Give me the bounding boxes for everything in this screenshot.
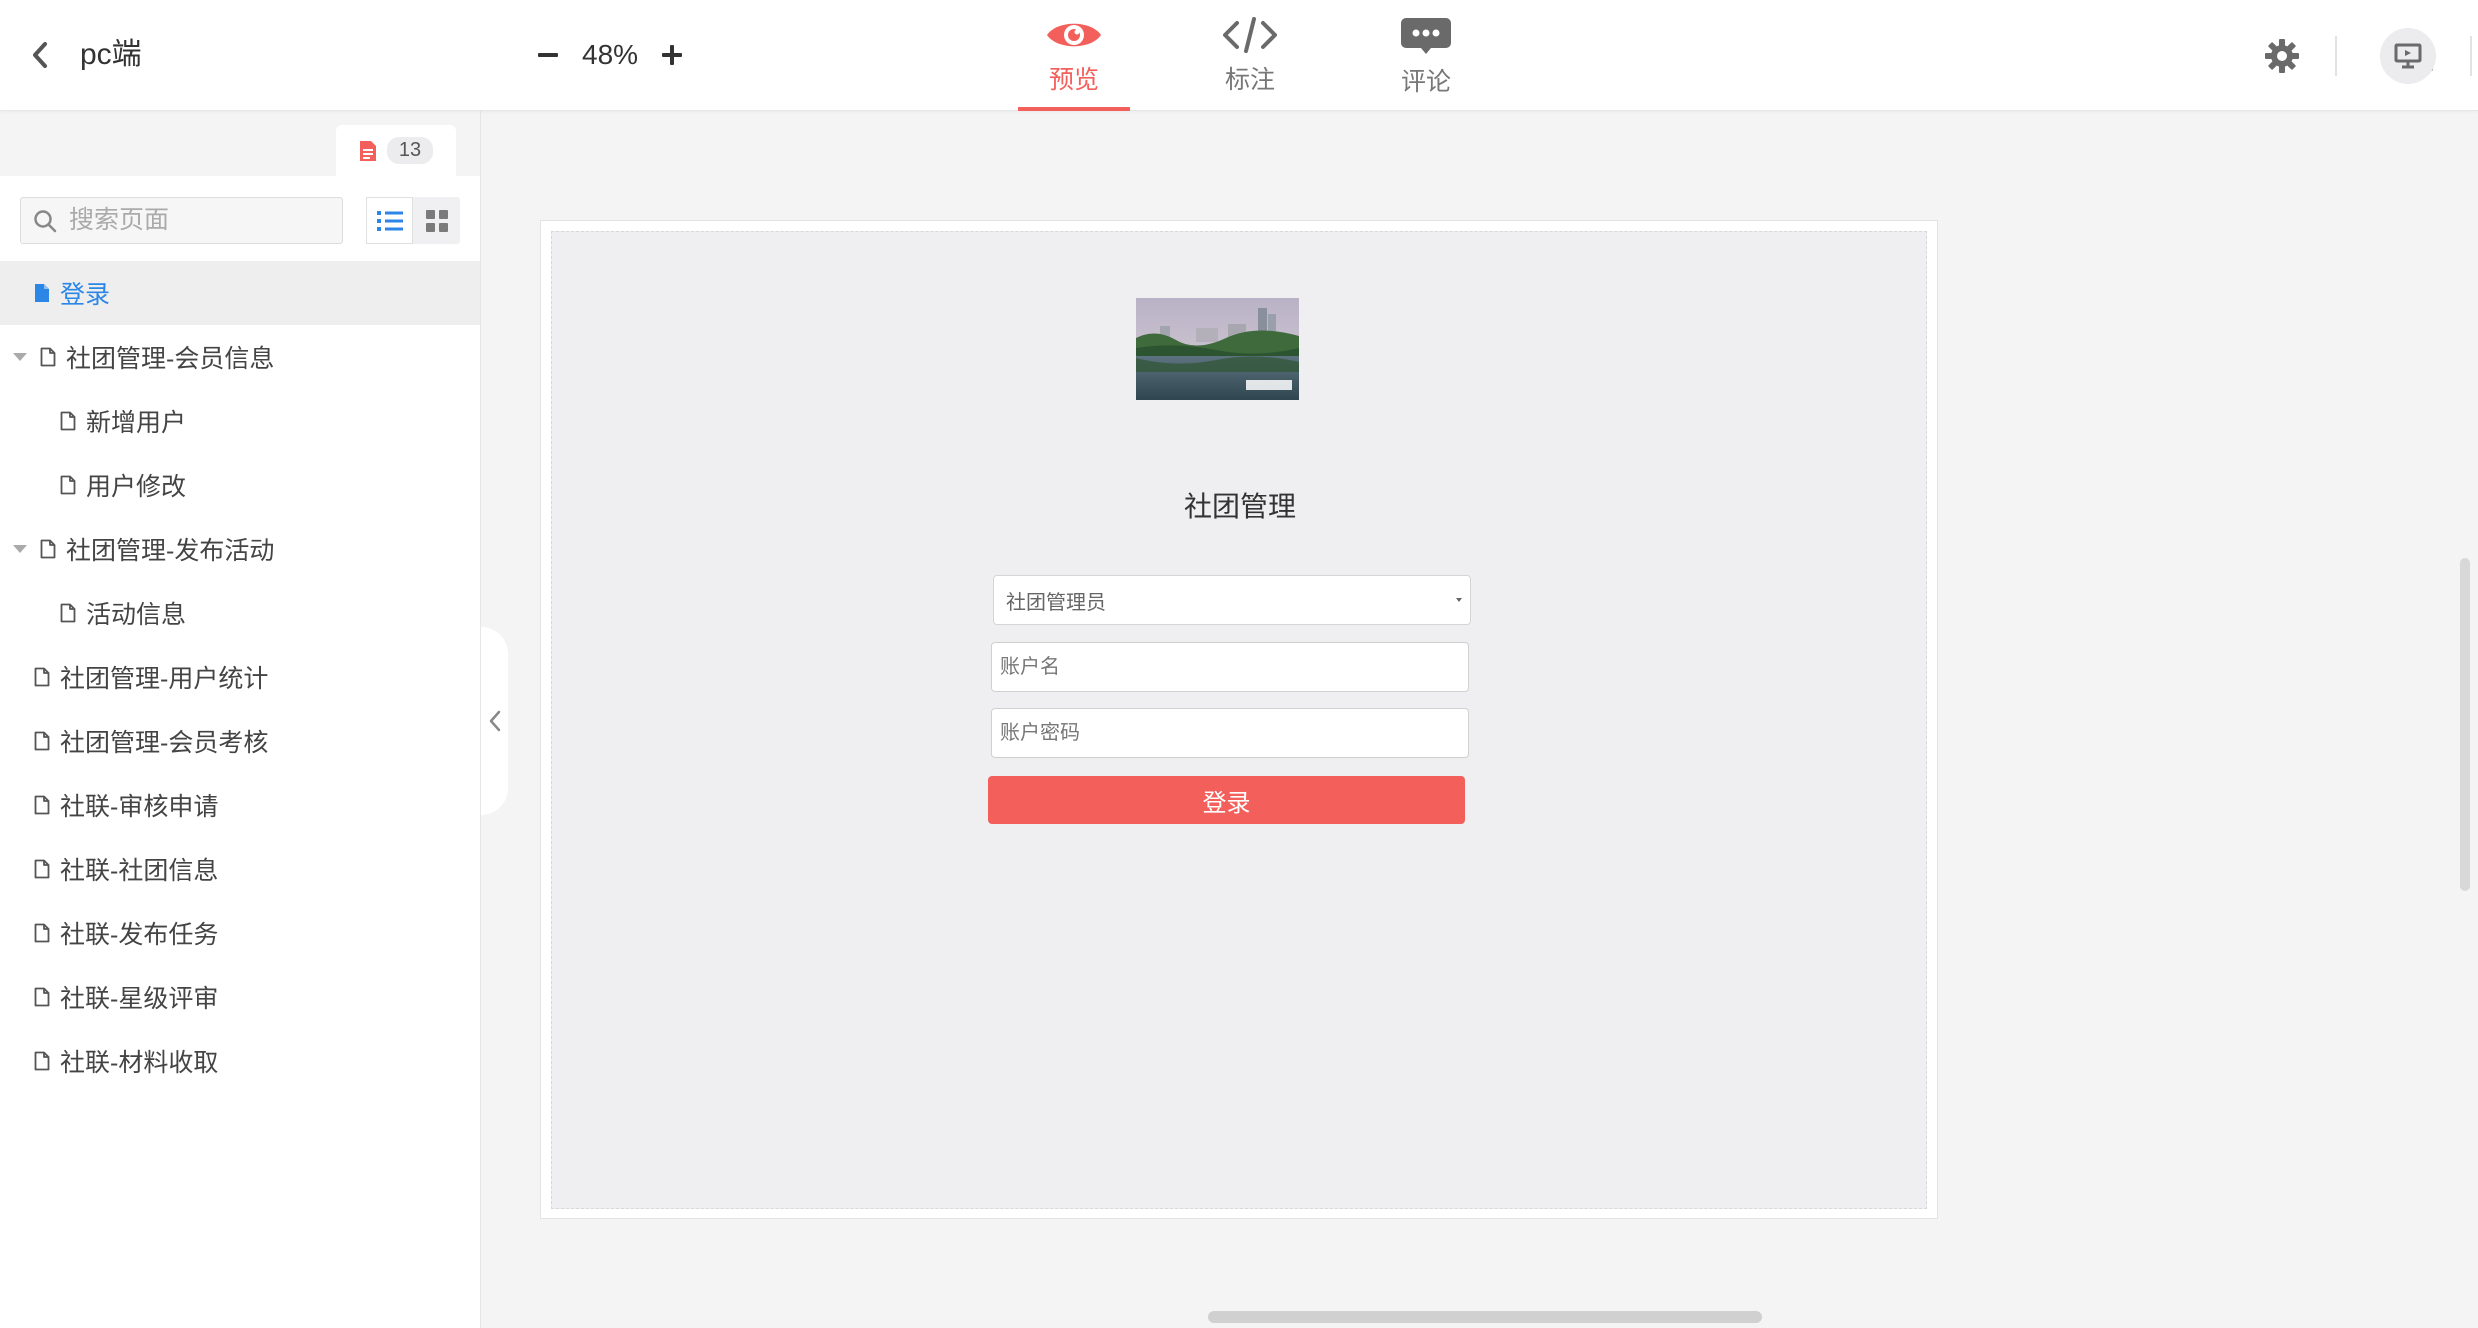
page-count-badge: 13 <box>386 137 434 164</box>
zoom-out-button[interactable] <box>530 33 566 77</box>
page-item-label: 社联-材料收取 <box>60 1049 219 1077</box>
page-item[interactable]: 用户修改 <box>0 453 480 517</box>
page-item-label: 社联-社团信息 <box>60 857 219 885</box>
page-file-icon <box>34 859 50 879</box>
page-file-icon <box>40 539 56 559</box>
page-file-icon <box>34 1051 50 1071</box>
tab-annotate-label: 标注 <box>1224 66 1275 94</box>
artboard-login-page: 社团管理 社团管理员 登录 <box>551 231 1927 1209</box>
account-input[interactable] <box>991 642 1469 692</box>
settings-icon <box>2265 39 2299 73</box>
zoom-level: 48% <box>582 39 639 70</box>
password-input[interactable] <box>991 708 1469 758</box>
search-input[interactable] <box>69 206 329 235</box>
present-icon <box>2394 43 2422 69</box>
page-sidebar: 13 登录 <box>0 111 481 1328</box>
login-button[interactable]: 登录 <box>988 776 1465 824</box>
page-item[interactable]: 新增用户 <box>0 389 480 453</box>
tab-preview-label: 预览 <box>1048 66 1099 94</box>
tab-comments[interactable]: 评论 <box>1370 0 1482 111</box>
view-mode-toggle <box>366 197 460 244</box>
page-tree: 登录 社团管理-会员信息 新增用户 用户修改 社团管理-发布活动 活动信息 社团… <box>0 261 480 1093</box>
page-search <box>20 197 343 244</box>
page-item[interactable]: 社联-星级评审 <box>0 965 480 1029</box>
page-file-icon <box>34 667 50 687</box>
page-item[interactable]: 活动信息 <box>0 581 480 645</box>
tab-preview[interactable]: 预览 <box>1018 0 1130 111</box>
page-item-label: 社联-审核申请 <box>60 793 219 821</box>
grid-icon <box>425 209 448 232</box>
eye-icon <box>1047 23 1101 47</box>
comment-icon <box>1401 18 1451 54</box>
caret-down-icon <box>1456 598 1462 602</box>
page-item-label: 社团管理-会员考核 <box>60 729 269 757</box>
role-select[interactable]: 社团管理员 <box>993 575 1471 625</box>
page-item[interactable]: 社联-材料收取 <box>0 1029 480 1093</box>
preview-canvas: 社团管理 社团管理员 登录 <box>540 220 1938 1219</box>
vertical-scrollbar[interactable] <box>2460 558 2470 891</box>
page-item-label: 用户修改 <box>86 473 187 501</box>
page-file-icon <box>60 475 76 495</box>
sidebar-tabbar: 13 <box>0 111 480 176</box>
sidebar-collapse-handle[interactable] <box>481 627 508 815</box>
settings-button[interactable] <box>2256 30 2308 82</box>
page-file-icon <box>34 987 50 1007</box>
page-item-label: 社联-星级评审 <box>60 985 219 1013</box>
page-item[interactable]: 登录 <box>0 261 480 325</box>
zoom-control: 48% <box>530 33 690 77</box>
page-file-icon <box>34 795 50 815</box>
document-icon <box>359 140 376 161</box>
mode-tabs: 预览 标注 评论 <box>1015 0 1482 111</box>
campus-photo <box>1136 298 1299 400</box>
horizontal-scrollbar[interactable] <box>1208 1311 1762 1323</box>
page-file-icon <box>40 347 56 367</box>
page-item-label: 新增用户 <box>86 409 187 437</box>
page-item[interactable]: 社团管理-用户统计 <box>0 645 480 709</box>
toolbar-divider <box>2335 36 2337 76</box>
page-item[interactable]: 社团管理-发布活动 <box>0 517 480 581</box>
grid-view-button[interactable] <box>413 197 460 244</box>
page-item-label: 活动信息 <box>86 601 187 629</box>
role-select-value: 社团管理员 <box>1006 591 1106 614</box>
present-button[interactable] <box>2380 28 2436 84</box>
page-file-icon <box>34 923 50 943</box>
tab-comments-label: 评论 <box>1400 68 1451 96</box>
login-title: 社团管理 <box>1183 491 1296 522</box>
page-item[interactable]: 社团管理-会员信息 <box>0 325 480 389</box>
caret-down-icon[interactable] <box>13 545 27 553</box>
page-item-label: 社团管理-发布活动 <box>66 537 275 565</box>
chevron-left-icon <box>33 42 47 68</box>
page-item[interactable]: 社联-审核申请 <box>0 773 480 837</box>
search-icon <box>34 209 57 232</box>
pages-tab[interactable]: 13 <box>336 125 456 176</box>
page-file-icon <box>34 731 50 751</box>
list-icon <box>376 210 403 231</box>
plus-icon <box>662 45 683 65</box>
list-view-button[interactable] <box>366 197 413 244</box>
page-item-label: 登录 <box>60 281 111 309</box>
toolbar-divider <box>2470 36 2472 76</box>
page-item-label: 社联-发布任务 <box>60 921 219 949</box>
page-file-icon <box>60 411 76 431</box>
caret-down-icon[interactable] <box>13 353 27 361</box>
chevron-left-icon <box>489 710 500 732</box>
project-title: pc端 <box>80 38 142 71</box>
minus-icon <box>538 53 558 57</box>
page-file-icon <box>34 283 50 303</box>
page-item-label: 社团管理-用户统计 <box>60 665 269 693</box>
code-icon <box>1223 17 1277 53</box>
tab-annotate[interactable]: 标注 <box>1194 0 1306 111</box>
page-file-icon <box>60 603 76 623</box>
zoom-in-button[interactable] <box>654 33 690 77</box>
page-item[interactable]: 社团管理-会员考核 <box>0 709 480 773</box>
top-toolbar: pc端 48% 预览 标注 评论 <box>0 0 2478 111</box>
page-item[interactable]: 社联-社团信息 <box>0 837 480 901</box>
page-item[interactable]: 社联-发布任务 <box>0 901 480 965</box>
page-item-label: 社团管理-会员信息 <box>66 345 275 373</box>
back-button[interactable] <box>24 36 56 74</box>
